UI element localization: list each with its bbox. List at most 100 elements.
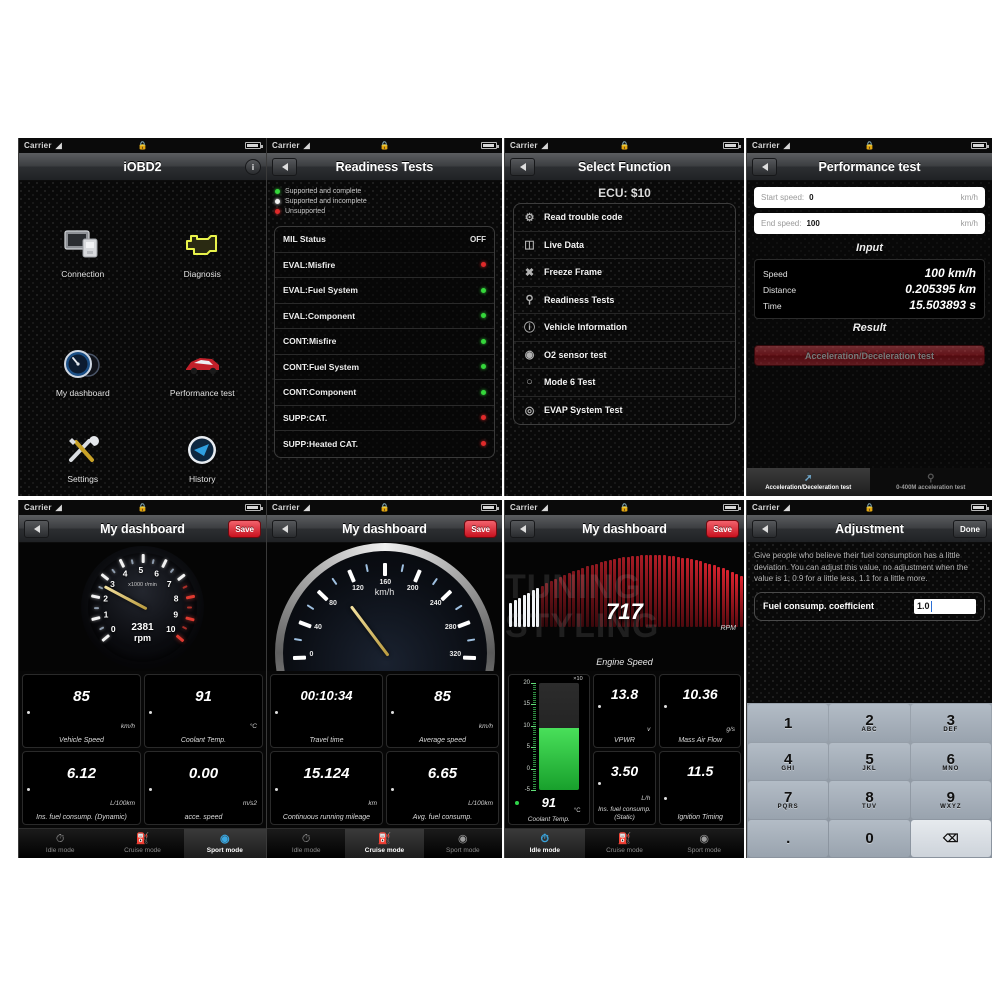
key-1[interactable]: 1 — [748, 704, 829, 742]
status-badge — [481, 389, 486, 395]
tab-idle-mode[interactable]: ⏱ Idle mode — [19, 829, 101, 858]
list-item-o2-sensor-test[interactable]: ◉ O2 sensor test — [514, 342, 735, 369]
home-item-history[interactable]: History — [143, 430, 263, 484]
cell-ins-fuel-consump-dynamic[interactable]: 6.12 L/100km Ins. fuel consump. (Dynamic… — [22, 751, 141, 825]
end-speed-field[interactable]: End speed: 100 km/h — [754, 213, 985, 234]
back-arrow-icon — [519, 163, 526, 171]
home-item-diagnosis[interactable]: Diagnosis — [143, 193, 263, 312]
back-button[interactable] — [752, 520, 777, 538]
list-item-freeze-frame[interactable]: ✖ Freeze Frame — [514, 259, 735, 287]
table-row[interactable]: MIL Status OFF — [275, 227, 494, 253]
fuel-coefficient-field[interactable]: Fuel consump. coefficient 1.0 — [754, 591, 985, 621]
done-button[interactable]: Done — [953, 520, 987, 538]
result-key: Distance — [763, 285, 797, 295]
fuel-coefficient-input[interactable]: 1.0 — [914, 598, 976, 614]
back-button[interactable] — [272, 158, 297, 176]
cell-caption: acce. speed — [184, 814, 223, 821]
status-bar: Carrier ◢ 🔒 — [267, 500, 502, 515]
key-decimal[interactable]: . — [748, 819, 829, 857]
lock-icon: 🔒 — [619, 141, 630, 150]
cell-coolant-temp[interactable]: 91 °C Coolant Temp. — [144, 674, 263, 748]
tab-cruise-mode[interactable]: ⛽ Cruise mode — [101, 829, 183, 858]
key-4[interactable]: 4 GHI — [748, 742, 829, 780]
table-row[interactable]: SUPP:CAT. — [275, 406, 494, 431]
table-row[interactable]: CONT:Component — [275, 380, 494, 406]
back-button[interactable] — [272, 520, 297, 538]
key-0[interactable]: 0 — [829, 819, 910, 857]
tab-sport-mode[interactable]: ◉ Sport mode — [183, 829, 266, 858]
result-key: Time — [763, 301, 782, 311]
cell-continuous-running-mileage[interactable]: 15.124 km Continuous running mileage — [270, 751, 383, 825]
status-bar: Carrier ◢ 🔒 — [505, 500, 744, 515]
tab-cruise-mode[interactable]: ⛽ Cruise mode — [585, 829, 665, 858]
tab-idle-mode[interactable]: ⏱ Idle mode — [505, 829, 585, 858]
cell-acce-speed[interactable]: 0.00 m/s2 acce. speed — [144, 751, 263, 825]
list-item-readiness-tests[interactable]: ⚲ Readiness Tests — [514, 287, 735, 314]
table-row[interactable]: CONT:Misfire — [275, 329, 494, 355]
cell-vehicle-speed[interactable]: 85 km/h Vehicle Speed — [22, 674, 141, 748]
list-item-evap-system-test[interactable]: ◎ EVAP System Test — [514, 397, 735, 425]
bar-tick — [533, 760, 536, 762]
bar-tick — [531, 704, 536, 706]
key-3[interactable]: 3 DEF — [910, 704, 991, 742]
coolant-temp-bar-gauge[interactable]: ×10 20 15 10 5 0 -5 91 °C Coolant Temp. — [508, 674, 590, 825]
home-item-connection[interactable]: Connection — [23, 193, 143, 312]
phone-performance-test: Carrier ◢ 🔒 Performance test Start speed… — [746, 138, 992, 496]
key-8[interactable]: 8 TUV — [829, 781, 910, 819]
cell-vpwr[interactable]: 13.8 v VPWR — [592, 674, 657, 748]
status-bar: Carrier ◢ 🔒 — [747, 500, 992, 515]
table-row[interactable]: EVAL:Component — [275, 304, 494, 329]
cell-caption: Coolant Temp. — [180, 737, 227, 744]
table-row[interactable]: CONT:Fuel System — [275, 355, 494, 380]
back-button[interactable] — [24, 520, 49, 538]
back-button[interactable] — [510, 520, 535, 538]
key-5[interactable]: 5 JKL — [829, 742, 910, 780]
tab-sport-mode[interactable]: ◉ Sport mode — [424, 829, 502, 858]
key-6[interactable]: 6 MNO — [910, 742, 991, 780]
info-button[interactable]: i — [245, 159, 261, 175]
cell-caption: VPWR — [613, 737, 635, 744]
list-item-vehicle-information[interactable]: ⓘ Vehicle Information — [514, 314, 735, 342]
list-item-mode-6-test[interactable]: ○ Mode 6 Test — [514, 369, 735, 397]
bar-tick-label: 5 — [526, 744, 530, 751]
key-backspace[interactable]: ⌫ — [910, 819, 991, 857]
start-speed-field[interactable]: Start speed: 0 km/h — [754, 187, 985, 208]
home-item-performance-test[interactable]: Performance test — [143, 312, 263, 431]
gauge-tick-label: 240 — [429, 600, 442, 608]
tab-0-400m-acceleration[interactable]: ⚲ 0-400M acceleration test — [870, 468, 993, 496]
panel-row-bottom: Carrier ◢ 🔒 My dashboard Save 0123456789… — [0, 500, 1000, 858]
end-speed-label: End speed: — [761, 219, 802, 228]
cell-avg-fuel-consump[interactable]: 6.65 L/100km Avg. fuel consump. — [386, 751, 499, 825]
back-button[interactable] — [510, 158, 535, 176]
bar-tube — [539, 683, 579, 790]
save-button[interactable]: Save — [464, 520, 497, 538]
cell-average-speed[interactable]: 85 km/h Average speed — [386, 674, 499, 748]
fuel-icon: ⛽ — [135, 832, 150, 845]
back-button[interactable] — [752, 158, 777, 176]
table-row[interactable]: SUPP:Heated CAT. — [275, 431, 494, 457]
cell-ignition-timing[interactable]: 11.5 Ignition Timing — [659, 751, 741, 825]
tab-cruise-mode[interactable]: ⛽ Cruise mode — [345, 829, 424, 858]
key-7[interactable]: 7 PQRS — [748, 781, 829, 819]
nav-bar-readiness: Readiness Tests — [267, 153, 502, 181]
save-button[interactable]: Save — [228, 520, 261, 538]
row-label: EVAL:Misfire — [283, 259, 336, 270]
status-bar: Carrier ◢ 🔒 — [505, 138, 744, 153]
table-row[interactable]: EVAL:Fuel System — [275, 278, 494, 304]
home-item-label: History — [189, 474, 216, 484]
bar-fill — [539, 727, 579, 790]
key-9[interactable]: 9 WXYZ — [910, 781, 991, 819]
list-item-read-trouble-code[interactable]: ⚙ Read trouble code — [514, 204, 735, 232]
key-2[interactable]: 2 ABC — [829, 704, 910, 742]
home-item-my-dashboard[interactable]: My dashboard — [23, 312, 143, 431]
home-item-settings[interactable]: Settings — [23, 430, 143, 484]
tab-idle-mode[interactable]: ⏱ Idle mode — [267, 829, 345, 858]
cell-ins-fuel-consump-static[interactable]: 3.50 L/h Ins. fuel consump.(Static) — [592, 751, 657, 825]
cell-travel-time[interactable]: 00:10:34 Travel time — [270, 674, 383, 748]
save-button[interactable]: Save — [706, 520, 739, 538]
table-row[interactable]: EVAL:Misfire — [275, 253, 494, 278]
list-item-live-data[interactable]: ◫ Live Data — [514, 232, 735, 259]
tab-acceleration-deceleration[interactable]: ➚ Acceleration/Deceleration test — [747, 468, 870, 496]
tab-sport-mode[interactable]: ◉ Sport mode — [664, 829, 744, 858]
cell-mass-air-flow[interactable]: 10.36 g/s Mass Air Flow — [659, 674, 741, 748]
